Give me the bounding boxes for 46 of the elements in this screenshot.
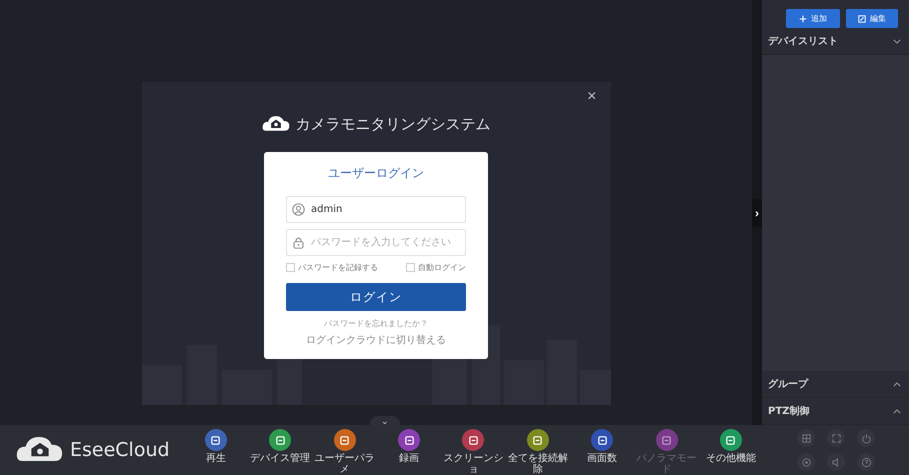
app-title: カメラモニタリングシステム xyxy=(296,115,490,134)
speaker-icon[interactable] xyxy=(827,453,846,471)
toolbar-icon[interactable] xyxy=(269,429,292,451)
toolbar-label: パノラマモード xyxy=(636,453,698,475)
toolbar-label: その他機能 xyxy=(704,453,757,464)
switch-login-link[interactable]: ログインクラウドに切り替える xyxy=(306,333,446,347)
toolbar-label: ユーザーパラメ xyxy=(314,453,376,475)
toolbar-icon[interactable] xyxy=(720,429,742,451)
grid-icon[interactable] xyxy=(797,429,816,447)
add-button[interactable]: 追加 xyxy=(786,9,840,28)
record-icon[interactable] xyxy=(797,453,816,471)
toolbar-icon[interactable] xyxy=(462,429,484,451)
password-field[interactable]: パスワードを入力してください xyxy=(286,229,466,256)
fullscreen-icon[interactable] xyxy=(827,429,846,447)
checkbox[interactable] xyxy=(286,263,295,272)
checkbox-label: パスワードを記録する xyxy=(298,262,378,273)
login-title: ユーザーログイン xyxy=(328,165,424,182)
plus-icon xyxy=(799,14,807,22)
chevron-icon xyxy=(893,38,901,44)
toolbar-label: デバイス管理 xyxy=(249,453,312,464)
toolbar-icon[interactable] xyxy=(591,429,614,451)
help-icon[interactable] xyxy=(857,453,876,471)
edit-icon xyxy=(858,14,866,22)
toolbar-icon[interactable] xyxy=(398,429,420,451)
toolbar-icon[interactable] xyxy=(204,429,227,451)
lock-icon xyxy=(292,236,305,249)
toolbar-label: 再生 xyxy=(204,453,227,464)
chevron-icon xyxy=(893,408,901,414)
edit-button[interactable]: 編集 xyxy=(846,9,898,28)
expand-toggle-button[interactable]: ⌄ xyxy=(370,416,400,425)
checkbox[interactable] xyxy=(406,263,415,272)
toolbar-icon[interactable] xyxy=(526,429,549,451)
toolbar-icon[interactable] xyxy=(334,429,356,451)
login-button[interactable]: ログイン xyxy=(286,283,466,311)
username-field[interactable]: admin xyxy=(286,196,466,223)
toolbar-label: スクリーンショ xyxy=(442,453,504,475)
toolbar-label: 画面数 xyxy=(586,453,618,464)
toolbar-label: 全てを接続解除 xyxy=(506,453,569,475)
toolbar-label: 録画 xyxy=(398,453,420,464)
brand-name: EseeCloud xyxy=(70,439,170,461)
chevron-icon xyxy=(893,382,901,386)
power-icon[interactable] xyxy=(857,429,876,447)
user-icon xyxy=(292,203,305,216)
side-toggle-button[interactable]: › xyxy=(752,198,762,226)
checkbox-label: 自動ログイン xyxy=(418,262,466,273)
close-button[interactable]: × xyxy=(583,88,600,106)
